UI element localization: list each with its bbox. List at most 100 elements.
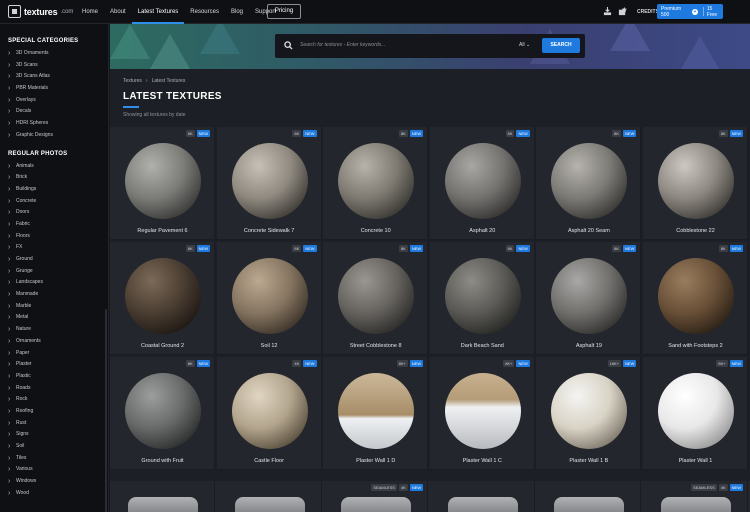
texture-preview-sphere[interactable] — [658, 258, 734, 334]
texture-name[interactable]: Concrete Sidewalk 7 — [217, 228, 322, 234]
texture-preview-sphere[interactable] — [125, 373, 201, 449]
texture-preview-sphere[interactable] — [551, 143, 628, 219]
credits-button[interactable]: Premium 500 + 15 Free — [657, 4, 723, 19]
regular-item[interactable]: Various — [0, 464, 108, 476]
nav-home[interactable]: Home — [76, 0, 104, 24]
search-input[interactable]: Search for textures - Enter keywords... — [300, 42, 385, 48]
site-logo[interactable]: textures .com — [8, 5, 73, 18]
regular-item[interactable]: Wood — [0, 488, 108, 500]
texture-card[interactable]: SEAMLESS 4K NEW — [323, 481, 429, 512]
regular-item[interactable]: Soil — [0, 441, 108, 453]
texture-preview-sphere[interactable] — [338, 373, 415, 449]
regular-item[interactable]: Landscapes — [0, 277, 108, 289]
texture-name[interactable]: Plaster Wall 1 B — [536, 458, 641, 464]
texture-name[interactable]: Plaster Wall 1 — [643, 458, 748, 464]
nav-about[interactable]: About — [104, 0, 132, 24]
regular-item[interactable]: Manmade — [0, 289, 108, 301]
texture-card[interactable]: 8K NEW Street Cobblestone 8 — [323, 242, 429, 355]
texture-card[interactable] — [430, 481, 535, 512]
regular-item[interactable]: Tiles — [0, 453, 108, 465]
texture-name[interactable]: Coastal Ground 2 — [110, 343, 215, 349]
regular-item[interactable]: Concrete — [0, 196, 108, 208]
texture-card[interactable]: 8K NEW Ground with Fruit — [110, 357, 215, 470]
regular-item[interactable]: Rust — [0, 418, 108, 430]
texture-card[interactable]: 8K NEW Asphalt 19 — [536, 242, 642, 355]
texture-name[interactable]: Plaster Wall 1 C — [430, 458, 535, 464]
texture-preview-sphere[interactable] — [444, 373, 521, 449]
special-item[interactable]: 3D Scans Atlas — [0, 71, 108, 83]
nav-latest-textures[interactable]: Latest Textures — [131, 0, 185, 24]
regular-item[interactable]: Roofing — [0, 406, 108, 418]
special-item[interactable]: Graphic Designs — [0, 130, 108, 142]
texture-name[interactable]: Castle Floor — [217, 458, 322, 464]
texture-name[interactable]: Concrete 10 — [323, 228, 428, 234]
texture-card[interactable] — [217, 481, 322, 512]
texture-card[interactable]: 16K+ NEW Plaster Wall 1 B — [536, 357, 642, 470]
regular-item[interactable]: Grunge — [0, 266, 108, 278]
regular-item[interactable]: Ground — [0, 254, 108, 266]
texture-preview-sphere[interactable] — [231, 258, 308, 334]
texture-name[interactable]: Asphalt 19 — [536, 343, 641, 349]
regular-item[interactable]: Rock — [0, 394, 108, 406]
breadcrumb-textures[interactable]: Textures — [123, 78, 142, 84]
texture-preview-sphere[interactable] — [125, 258, 201, 334]
special-item[interactable]: Decals — [0, 106, 108, 118]
texture-name[interactable]: Soil 12 — [217, 343, 322, 349]
regular-item[interactable]: Marble — [0, 301, 108, 313]
texture-card[interactable]: 8K+ NEW Plaster Wall 1 — [643, 357, 748, 470]
texture-card[interactable]: 8K NEW Soil 12 — [216, 242, 322, 355]
special-item[interactable]: HDRI Spheres — [0, 118, 108, 130]
special-item[interactable]: 3D Scans — [0, 60, 108, 72]
texture-preview-sphere[interactable] — [444, 258, 521, 334]
regular-item[interactable]: Roads — [0, 383, 108, 395]
special-item[interactable]: 3D Ornaments — [0, 48, 108, 60]
texture-name[interactable]: Dark Beach Sand — [430, 343, 535, 349]
regular-item[interactable]: Animals — [0, 161, 108, 173]
texture-card[interactable]: 8K NEW Dark Beach Sand — [429, 242, 535, 355]
texture-card[interactable]: 8K NEW Asphalt 20 — [429, 127, 535, 240]
texture-card[interactable]: 8K NEW Cobblestone 22 — [643, 127, 748, 240]
search-button[interactable]: SEARCH — [542, 38, 580, 53]
texture-preview-sphere[interactable] — [551, 258, 628, 334]
regular-item[interactable]: Windows — [0, 476, 108, 488]
regular-item[interactable]: Doors — [0, 207, 108, 219]
texture-card[interactable]: 8K NEW Concrete Sidewalk 7 — [216, 127, 322, 240]
regular-item[interactable]: Ornaments — [0, 336, 108, 348]
sidebar-scrollbar[interactable] — [105, 309, 107, 512]
special-item[interactable]: Overlays — [0, 95, 108, 107]
nav-blog[interactable]: Blog — [225, 0, 249, 24]
regular-item[interactable]: Paper — [0, 348, 108, 360]
texture-preview-sphere[interactable] — [125, 143, 201, 219]
texture-card[interactable]: 8K NEW Sand with Footsteps 2 — [643, 242, 748, 355]
texture-preview-sphere[interactable] — [658, 373, 734, 449]
regular-item[interactable]: Plaster — [0, 359, 108, 371]
texture-name[interactable]: Ground with Fruit — [110, 458, 215, 464]
texture-preview-sphere[interactable] — [338, 143, 415, 219]
texture-name[interactable]: Sand with Footsteps 2 — [643, 343, 748, 349]
texture-name[interactable]: Asphalt 20 Seam — [536, 228, 641, 234]
breadcrumb-latest[interactable]: Latest Textures — [152, 78, 186, 84]
regular-item[interactable]: Plastic — [0, 371, 108, 383]
texture-card[interactable]: 8K NEW Asphalt 20 Seam — [536, 127, 642, 240]
texture-name[interactable]: Plaster Wall 1 D — [323, 458, 428, 464]
texture-preview-sphere[interactable] — [658, 143, 734, 219]
regular-item[interactable]: Metal — [0, 312, 108, 324]
texture-card[interactable] — [536, 481, 642, 512]
texture-preview-sphere[interactable] — [231, 373, 308, 449]
download-icon[interactable] — [603, 7, 612, 16]
texture-card[interactable]: 8K+ NEW Plaster Wall 1 C — [429, 357, 535, 470]
texture-card[interactable]: 8K NEW Coastal Ground 2 — [110, 242, 215, 355]
regular-item[interactable]: Floors — [0, 231, 108, 243]
texture-name[interactable]: Cobblestone 22 — [643, 228, 748, 234]
special-item[interactable]: PBR Materials — [0, 83, 108, 95]
texture-preview-sphere[interactable] — [338, 258, 415, 334]
regular-item[interactable]: Brick — [0, 172, 108, 184]
texture-card[interactable]: 8K NEW Concrete 10 — [323, 127, 429, 240]
texture-name[interactable]: Street Cobblestone 8 — [323, 343, 428, 349]
regular-item[interactable]: Fabric — [0, 219, 108, 231]
texture-card[interactable]: 4K NEW Castle Floor — [216, 357, 322, 470]
texture-preview-sphere[interactable] — [231, 143, 308, 219]
texture-name[interactable]: Regular Pavement 6 — [110, 228, 215, 234]
texture-preview-sphere[interactable] — [551, 373, 628, 449]
texture-card[interactable]: 8K NEW Regular Pavement 6 — [110, 127, 215, 240]
